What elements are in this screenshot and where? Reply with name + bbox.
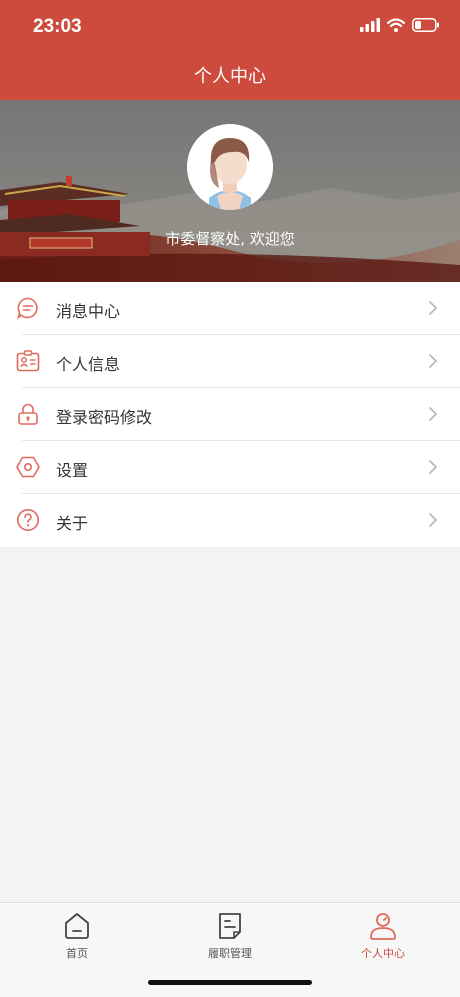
avatar[interactable] bbox=[187, 124, 273, 210]
welcome-text: 市委督察处, 欢迎您 bbox=[165, 230, 295, 248]
user-icon bbox=[370, 913, 396, 940]
lock-icon bbox=[18, 403, 38, 425]
menu-item-message-center[interactable]: 消息中心 bbox=[0, 282, 460, 335]
tab-home[interactable]: 首页 bbox=[22, 911, 132, 961]
menu-item-label: 登录密码修改 bbox=[56, 408, 153, 427]
chevron-right-icon bbox=[429, 354, 438, 368]
page-title: 个人中心 bbox=[194, 66, 266, 87]
tab-profile[interactable]: 个人中心 bbox=[328, 911, 438, 961]
document-icon bbox=[219, 913, 241, 939]
menu-item-change-password[interactable]: 登录密码修改 bbox=[0, 388, 460, 441]
app-header: 23:03 个人中心 bbox=[0, 0, 460, 100]
tab-label: 首页 bbox=[66, 947, 88, 960]
chevron-right-icon bbox=[429, 301, 438, 315]
settings-icon bbox=[16, 456, 40, 478]
menu-item-label: 个人信息 bbox=[56, 355, 121, 374]
menu-item-personal-info[interactable]: 个人信息 bbox=[0, 335, 460, 388]
menu-item-about[interactable]: 关于 bbox=[0, 494, 460, 547]
chevron-right-icon bbox=[429, 407, 438, 421]
home-indicator bbox=[148, 980, 312, 985]
status-icons bbox=[360, 18, 440, 32]
battery-icon bbox=[412, 18, 439, 32]
menu-list: 消息中心 个人信息 登录密码修改 设置 关于 bbox=[0, 282, 460, 547]
menu-item-settings[interactable]: 设置 bbox=[0, 441, 460, 494]
signal-icon bbox=[360, 18, 380, 32]
id-card-icon bbox=[16, 350, 40, 372]
wifi-icon bbox=[387, 18, 405, 32]
user-avatar-icon bbox=[187, 124, 273, 210]
tab-duty-management[interactable]: 履职管理 bbox=[175, 911, 285, 961]
menu-item-label: 设置 bbox=[56, 461, 89, 480]
tab-label: 履职管理 bbox=[208, 947, 252, 960]
question-icon bbox=[17, 509, 39, 531]
chevron-right-icon bbox=[429, 513, 438, 527]
home-icon bbox=[65, 913, 89, 939]
chevron-right-icon bbox=[429, 460, 438, 474]
menu-item-label: 关于 bbox=[56, 514, 89, 533]
message-icon bbox=[17, 297, 38, 320]
status-time: 23:03 bbox=[33, 16, 82, 37]
menu-item-label: 消息中心 bbox=[56, 302, 121, 321]
tab-label: 个人中心 bbox=[361, 947, 405, 960]
